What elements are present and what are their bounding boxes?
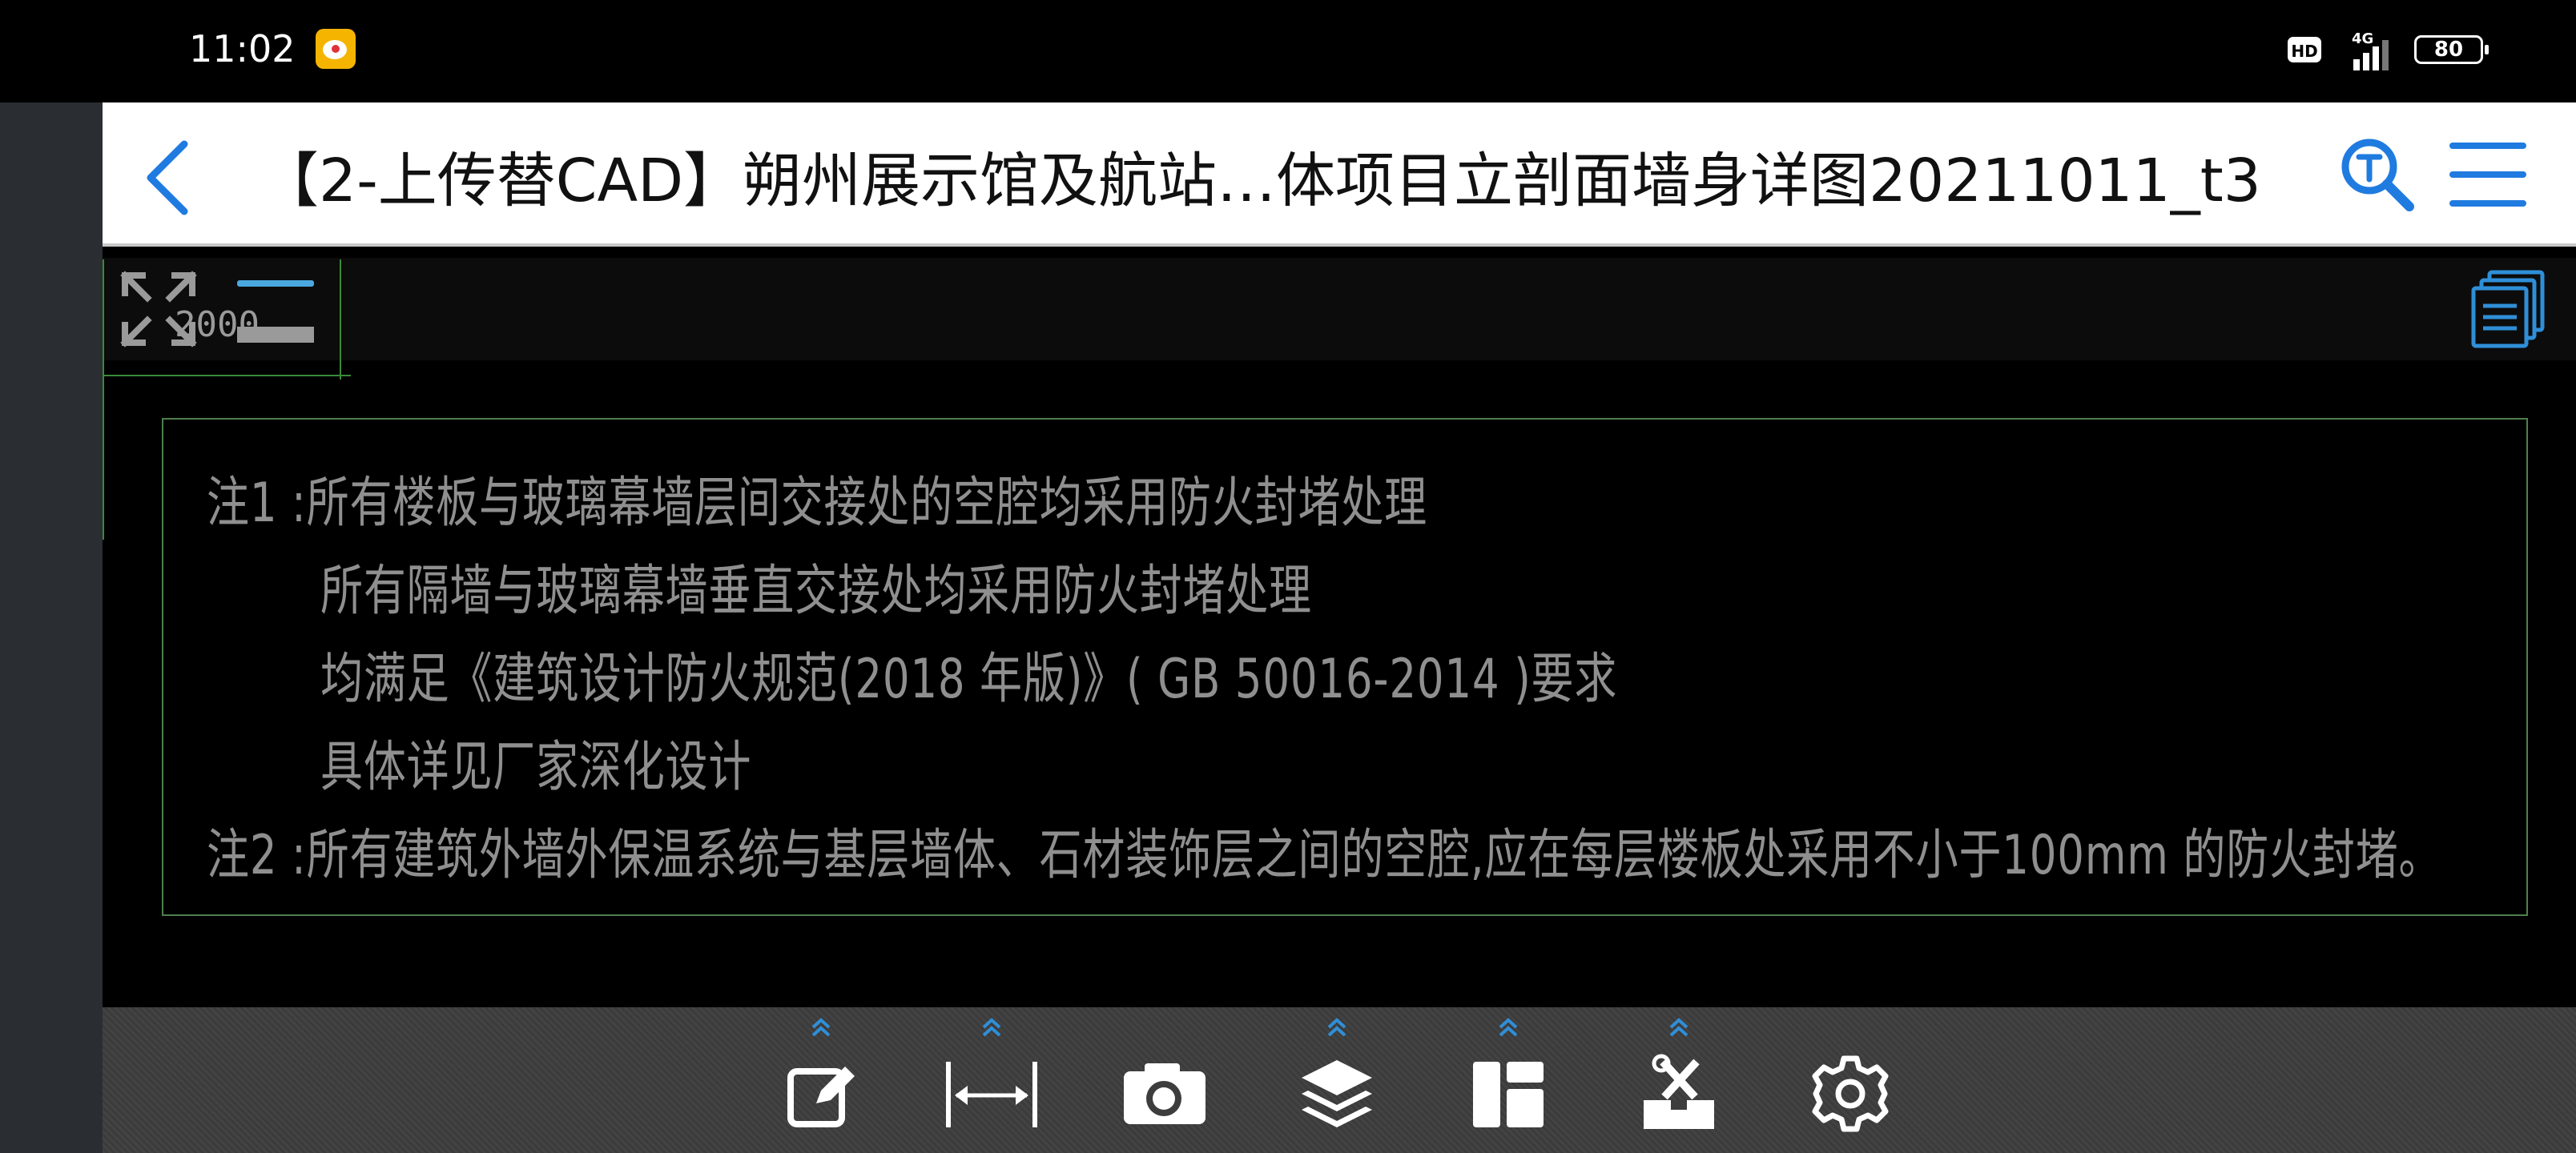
fullscreen-toggle-icon [120,271,197,348]
network-type-label: 4G [2352,30,2374,47]
expand-chevron-icon [1669,1018,1688,1037]
app-header: 【2-上传替CAD】朔州展示馆及航站…体项目立剖面墙身详图20211011_t3 [103,102,2576,247]
menu-button[interactable] [2449,138,2530,211]
tools-button[interactable] [1627,1007,1731,1153]
toolbox-icon [1644,1054,1714,1129]
canvas-top-band [103,258,2576,360]
document-title: 【2-上传替CAD】朔州展示馆及航站…体项目立剖面墙身详图20211011_t3 [260,147,2261,215]
drawing-line [340,259,341,380]
signal-icon: 4G [2342,30,2390,70]
fullscreen-button[interactable] [119,269,199,349]
text-search-icon [2341,139,2414,211]
weibo-app-icon [316,29,356,69]
screenshot-button[interactable] [1113,1007,1217,1153]
gear-icon [1812,1055,1889,1132]
note-line: 具体详见厂家深化设计 [320,736,752,799]
back-chevron-icon [147,140,188,215]
note-line: 所有隔墙与玻璃幕墙垂直交接处均采用防火封堵处理 [320,560,1312,623]
drawing-line [103,259,104,540]
expand-chevron-icon [982,1018,1001,1037]
battery-icon: 80 [2414,35,2489,64]
back-button[interactable] [135,138,207,218]
status-time: 11:02 [189,27,296,70]
expand-chevron-icon [1499,1018,1518,1037]
note-line: 均满足《建筑设计防火规范(2018 年版)》( GB 50016-2014 )要… [320,648,1618,711]
layout-icon [1473,1062,1544,1127]
layers-button[interactable] [1285,1007,1389,1153]
edit-note-icon [787,1067,855,1127]
document-list-button[interactable] [2469,267,2549,351]
expand-chevron-icon [1327,1018,1346,1037]
expand-chevron-icon [811,1018,831,1037]
layers-icon [1302,1060,1372,1127]
bottom-toolbar [103,1007,2576,1153]
note-line: 注1 :所有楼板与玻璃幕墙层间交接处的空腔均采用防火封堵处理 [207,472,1427,535]
measure-distance-icon [946,1062,1037,1127]
note-line: 注2 :所有建筑外墙外保温系统与基层墙体、石材装饰层之间的空腔,应在每层楼板处采… [207,824,2442,887]
annotate-button[interactable] [769,1007,873,1153]
text-search-button[interactable] [2337,135,2417,215]
document-list-icon [2471,270,2545,348]
hd-icon: HD [2288,37,2321,62]
camera-icon [1124,1063,1205,1124]
layout-button[interactable] [1456,1007,1560,1153]
drawing-line [103,375,351,376]
left-edge-strip [0,102,103,1153]
settings-button[interactable] [1798,1007,1902,1153]
measure-button[interactable] [940,1007,1044,1153]
zoom-out-button[interactable] [237,272,317,343]
cad-drawing-canvas[interactable]: 2000 注1 :所有楼板与玻璃幕墙层间交接处的空腔均采用防火封堵处理 所有隔墙… [103,247,2576,1007]
status-bar: 11:02 HD 4G 80 [0,0,2576,102]
